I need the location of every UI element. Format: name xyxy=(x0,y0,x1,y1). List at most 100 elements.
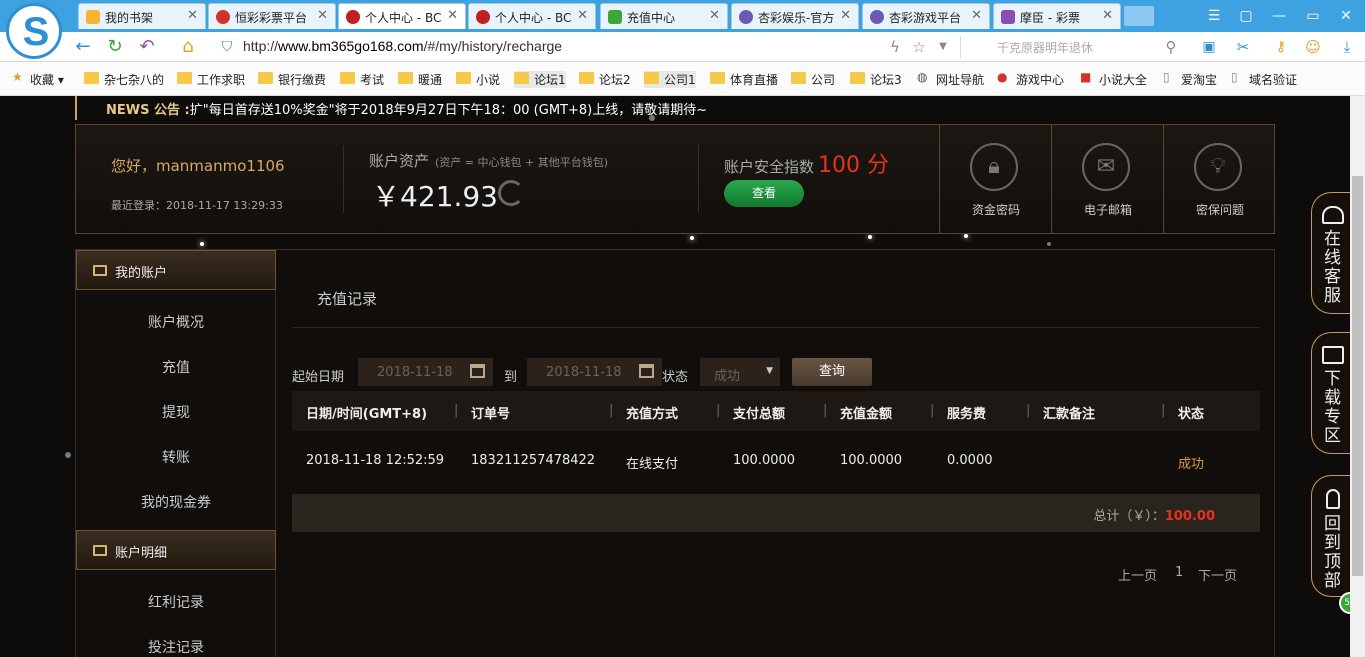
query-button[interactable]: 查询 xyxy=(792,358,872,386)
sidebar-item-overview[interactable]: 账户概况 xyxy=(76,312,276,332)
bookmark-folder[interactable]: 银行缴费 xyxy=(258,71,326,88)
back-to-top-button[interactable]: 回到顶部 xyxy=(1311,475,1350,597)
tab-6[interactable]: 杏彩娱乐-官方 ✕ xyxy=(731,3,859,29)
bookmark-folder[interactable]: 公司1 xyxy=(644,71,696,88)
close-icon[interactable]: ✕ xyxy=(709,8,720,23)
notification-badge[interactable]: 59 xyxy=(1339,592,1350,614)
chevron-down-icon[interactable]: ▼ xyxy=(932,36,954,58)
bookmark-folder[interactable]: 公司 xyxy=(791,71,835,88)
tab-1[interactable]: 我的书架 ✕ xyxy=(78,3,206,29)
cell-order-no: 183211257478422 xyxy=(471,453,596,468)
bookmark-folder[interactable]: 小说 xyxy=(456,71,500,88)
close-icon[interactable]: ✕ xyxy=(187,8,198,23)
close-window-icon[interactable]: ✕ xyxy=(1335,5,1357,27)
view-button[interactable]: 查看 xyxy=(724,180,804,207)
close-icon[interactable]: ✕ xyxy=(577,8,588,23)
total-value: 100.00 xyxy=(1164,509,1215,524)
bookmark-folder[interactable]: 杂七杂八的 xyxy=(84,71,164,88)
menu-icon[interactable]: ☰ xyxy=(1203,5,1225,27)
next-page-link[interactable]: 下一页 xyxy=(1198,565,1237,584)
lightning-icon[interactable]: ϟ xyxy=(884,36,906,58)
smile-icon[interactable]: ☺ xyxy=(1302,36,1324,58)
extension-icon[interactable]: ▣ xyxy=(1198,36,1220,58)
bookmark-folder[interactable]: 暖通 xyxy=(398,71,442,88)
download-button[interactable]: 下载专区 xyxy=(1311,332,1350,454)
bookmark-folder[interactable]: 论坛2 xyxy=(579,71,631,88)
bookmark-favorites[interactable]: ★ 收藏 ▾ xyxy=(10,70,64,88)
bookmark-link[interactable]: ◍ 网址导航 xyxy=(916,70,984,88)
bookmark-link[interactable]: ▯ 域名验证 xyxy=(1229,70,1297,88)
refresh-icon[interactable] xyxy=(498,180,524,206)
bookmark-folder[interactable]: 论坛3 xyxy=(850,71,902,88)
online-service-button[interactable]: 在线客服 xyxy=(1311,192,1350,314)
sidebar-item-coupons[interactable]: 我的现金券 xyxy=(76,492,276,512)
bookmark-folder[interactable]: 论坛1 xyxy=(514,71,566,88)
new-tab-button[interactable] xyxy=(1124,6,1154,26)
sidebar-item-withdraw[interactable]: 提现 xyxy=(76,402,276,422)
email-button[interactable]: ✉ 电子邮箱 xyxy=(1051,125,1163,233)
bookmark-link[interactable]: ▯ 爱淘宝 xyxy=(1161,70,1217,88)
site-favicon-icon xyxy=(870,10,884,24)
quick-button-label: 电子邮箱 xyxy=(1083,203,1132,217)
url-field[interactable]: http://www.bm365go168.com/#/my/history/r… xyxy=(243,38,562,54)
mail-icon: ✉ xyxy=(1082,143,1130,191)
tab-8[interactable]: 摩臣 - 彩票 ✕ xyxy=(993,3,1121,29)
calendar-icon[interactable] xyxy=(639,364,654,378)
sidebar-item-bonus-records[interactable]: 红利记录 xyxy=(76,592,276,612)
start-date-input[interactable]: 2018-11-18 xyxy=(358,358,493,386)
scissors-icon[interactable]: ✂ xyxy=(1232,36,1254,58)
maximize-icon[interactable]: ▭ xyxy=(1302,5,1324,27)
tab-2[interactable]: 恒彩彩票平台 ✕ xyxy=(208,3,336,29)
bookmark-folder[interactable]: 工作求职 xyxy=(177,71,245,88)
prev-page-link[interactable]: 上一页 xyxy=(1118,565,1157,584)
browser-logo-icon[interactable]: S xyxy=(6,3,62,59)
tab-7[interactable]: 杏彩游戏平台 ✕ xyxy=(862,3,990,29)
gear-favicon-icon xyxy=(346,10,360,24)
close-icon[interactable]: ✕ xyxy=(317,8,328,23)
fund-password-button[interactable]: 🔒︎ 资金密码 xyxy=(939,125,1051,233)
bookmark-link[interactable]: ■ 小说大全 xyxy=(1079,70,1147,88)
close-icon[interactable]: ✕ xyxy=(971,8,982,23)
gear-favicon-icon xyxy=(476,10,490,24)
scrollbar-thumb[interactable] xyxy=(1352,176,1363,576)
bookmark-folder[interactable]: 体育直播 xyxy=(710,71,778,88)
calendar-icon[interactable] xyxy=(470,364,485,378)
close-icon[interactable]: ✕ xyxy=(840,8,851,23)
security-question-button[interactable]: 💡︎ 密保问题 xyxy=(1163,125,1275,233)
decor-star xyxy=(964,234,968,238)
minimize-icon[interactable]: — xyxy=(1268,5,1290,27)
bookmark-folder[interactable]: 考试 xyxy=(340,71,384,88)
end-date-input[interactable]: 2018-11-18 xyxy=(527,358,662,386)
key-icon[interactable]: ⚷ xyxy=(1270,36,1292,58)
sidebar-section-my-account[interactable]: 我的账户 xyxy=(76,250,276,290)
reload-icon[interactable]: ↻ xyxy=(104,36,126,58)
search-input[interactable]: 千克原器明年退休 xyxy=(960,36,1182,58)
site-favicon-icon xyxy=(1001,10,1015,24)
bulb-icon: 💡︎ xyxy=(1194,143,1242,191)
tab-5[interactable]: 充值中心 ✕ xyxy=(600,3,728,29)
tab-3[interactable]: 个人中心 - BC ✕ xyxy=(338,3,466,29)
bookmark-label: 小说 xyxy=(476,73,501,87)
home-icon[interactable]: ⌂ xyxy=(177,36,199,58)
tab-4[interactable]: 个人中心 - BC ✕ xyxy=(468,3,596,29)
back-icon[interactable]: ← xyxy=(72,36,94,58)
search-icon[interactable]: ⚲ xyxy=(1160,36,1182,58)
close-icon[interactable]: ✕ xyxy=(447,8,458,23)
bookmark-label: 游戏中心 xyxy=(1016,73,1065,87)
close-icon[interactable]: ✕ xyxy=(1102,8,1113,23)
skin-icon[interactable]: ▢ xyxy=(1235,5,1257,27)
game-icon: ● xyxy=(997,70,1008,84)
page-number[interactable]: 1 xyxy=(1175,565,1183,580)
sidebar-item-bet-records[interactable]: 投注记录 xyxy=(76,637,276,657)
status-select[interactable]: 成功 ▼ xyxy=(700,358,780,386)
star-icon[interactable]: ☆ xyxy=(908,36,930,58)
undo-icon[interactable]: ↶ xyxy=(136,36,158,58)
sidebar-item-transfer[interactable]: 转账 xyxy=(76,447,276,467)
sidebar-section-account-details[interactable]: 账户明细 xyxy=(76,530,276,570)
download-icon[interactable]: ⤓ xyxy=(1336,36,1358,58)
scrollbar[interactable] xyxy=(1350,96,1365,657)
col-separator: | xyxy=(454,403,459,418)
sidebar-item-recharge[interactable]: 充值 xyxy=(76,357,276,377)
divider xyxy=(343,145,344,213)
bookmark-link[interactable]: ● 游戏中心 xyxy=(996,70,1065,88)
